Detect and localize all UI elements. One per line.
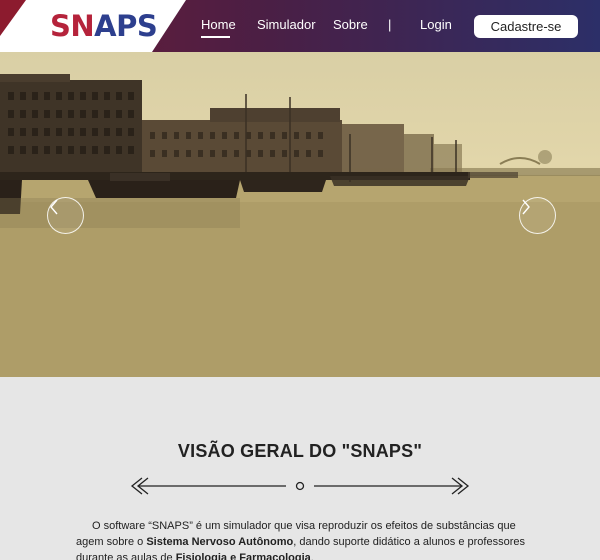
nav-about-link[interactable]: Sobre bbox=[333, 17, 368, 33]
building-middle-top bbox=[210, 108, 340, 122]
section-divider bbox=[130, 477, 470, 495]
nav-simulator-link[interactable]: Simulador bbox=[257, 17, 316, 33]
harbor-photo bbox=[0, 74, 600, 377]
boat-right bbox=[330, 176, 470, 186]
intro-bold-disciplines: Fisiologia e Farmacologia bbox=[175, 552, 311, 560]
nav-home-link[interactable]: Home bbox=[201, 17, 236, 33]
reflection bbox=[0, 198, 240, 228]
boat-far bbox=[468, 172, 518, 178]
chevron-right-icon bbox=[522, 199, 530, 215]
building-right-2 bbox=[404, 134, 434, 176]
intro-paragraph: O software “SNAPS” é um simulador que vi… bbox=[76, 518, 530, 560]
intro-text: O software “SNAPS” é um simulador que vi… bbox=[76, 518, 530, 560]
hero-carousel bbox=[0, 52, 600, 377]
active-nav-underline bbox=[201, 36, 230, 38]
intro-bold-sna: Sistema Nervoso Autônomo bbox=[146, 536, 294, 548]
signup-button[interactable]: Cadastre-se bbox=[474, 15, 578, 38]
chevron-left-icon bbox=[50, 199, 58, 215]
distant-bridge bbox=[499, 157, 541, 165]
nav-login-link[interactable]: Login bbox=[420, 17, 452, 33]
nav-links: Home Simulador Sobre | Login Cadastre-se bbox=[0, 0, 600, 52]
building-right-3 bbox=[434, 144, 462, 176]
carousel-prev-button[interactable] bbox=[47, 197, 84, 234]
top-navbar: SNAPS Home Simulador Sobre | Login Cadas… bbox=[0, 0, 600, 52]
boat-large bbox=[88, 180, 240, 198]
boat-middle bbox=[240, 180, 326, 192]
section-title: VISÃO GERAL DO "SNAPS" bbox=[177, 441, 423, 461]
building-right-1 bbox=[342, 124, 404, 176]
water-shade bbox=[0, 202, 600, 377]
building-left-roof bbox=[0, 74, 70, 82]
building-middle bbox=[142, 120, 342, 180]
carousel-next-button[interactable] bbox=[519, 197, 556, 234]
intro-part-3: . bbox=[310, 552, 314, 560]
overview-section: VISÃO GERAL DO "SNAPS" O software “SNAPS… bbox=[0, 377, 600, 560]
boat-cabin bbox=[110, 173, 170, 181]
nav-separator: | bbox=[388, 17, 392, 32]
distant-tree bbox=[538, 150, 552, 164]
